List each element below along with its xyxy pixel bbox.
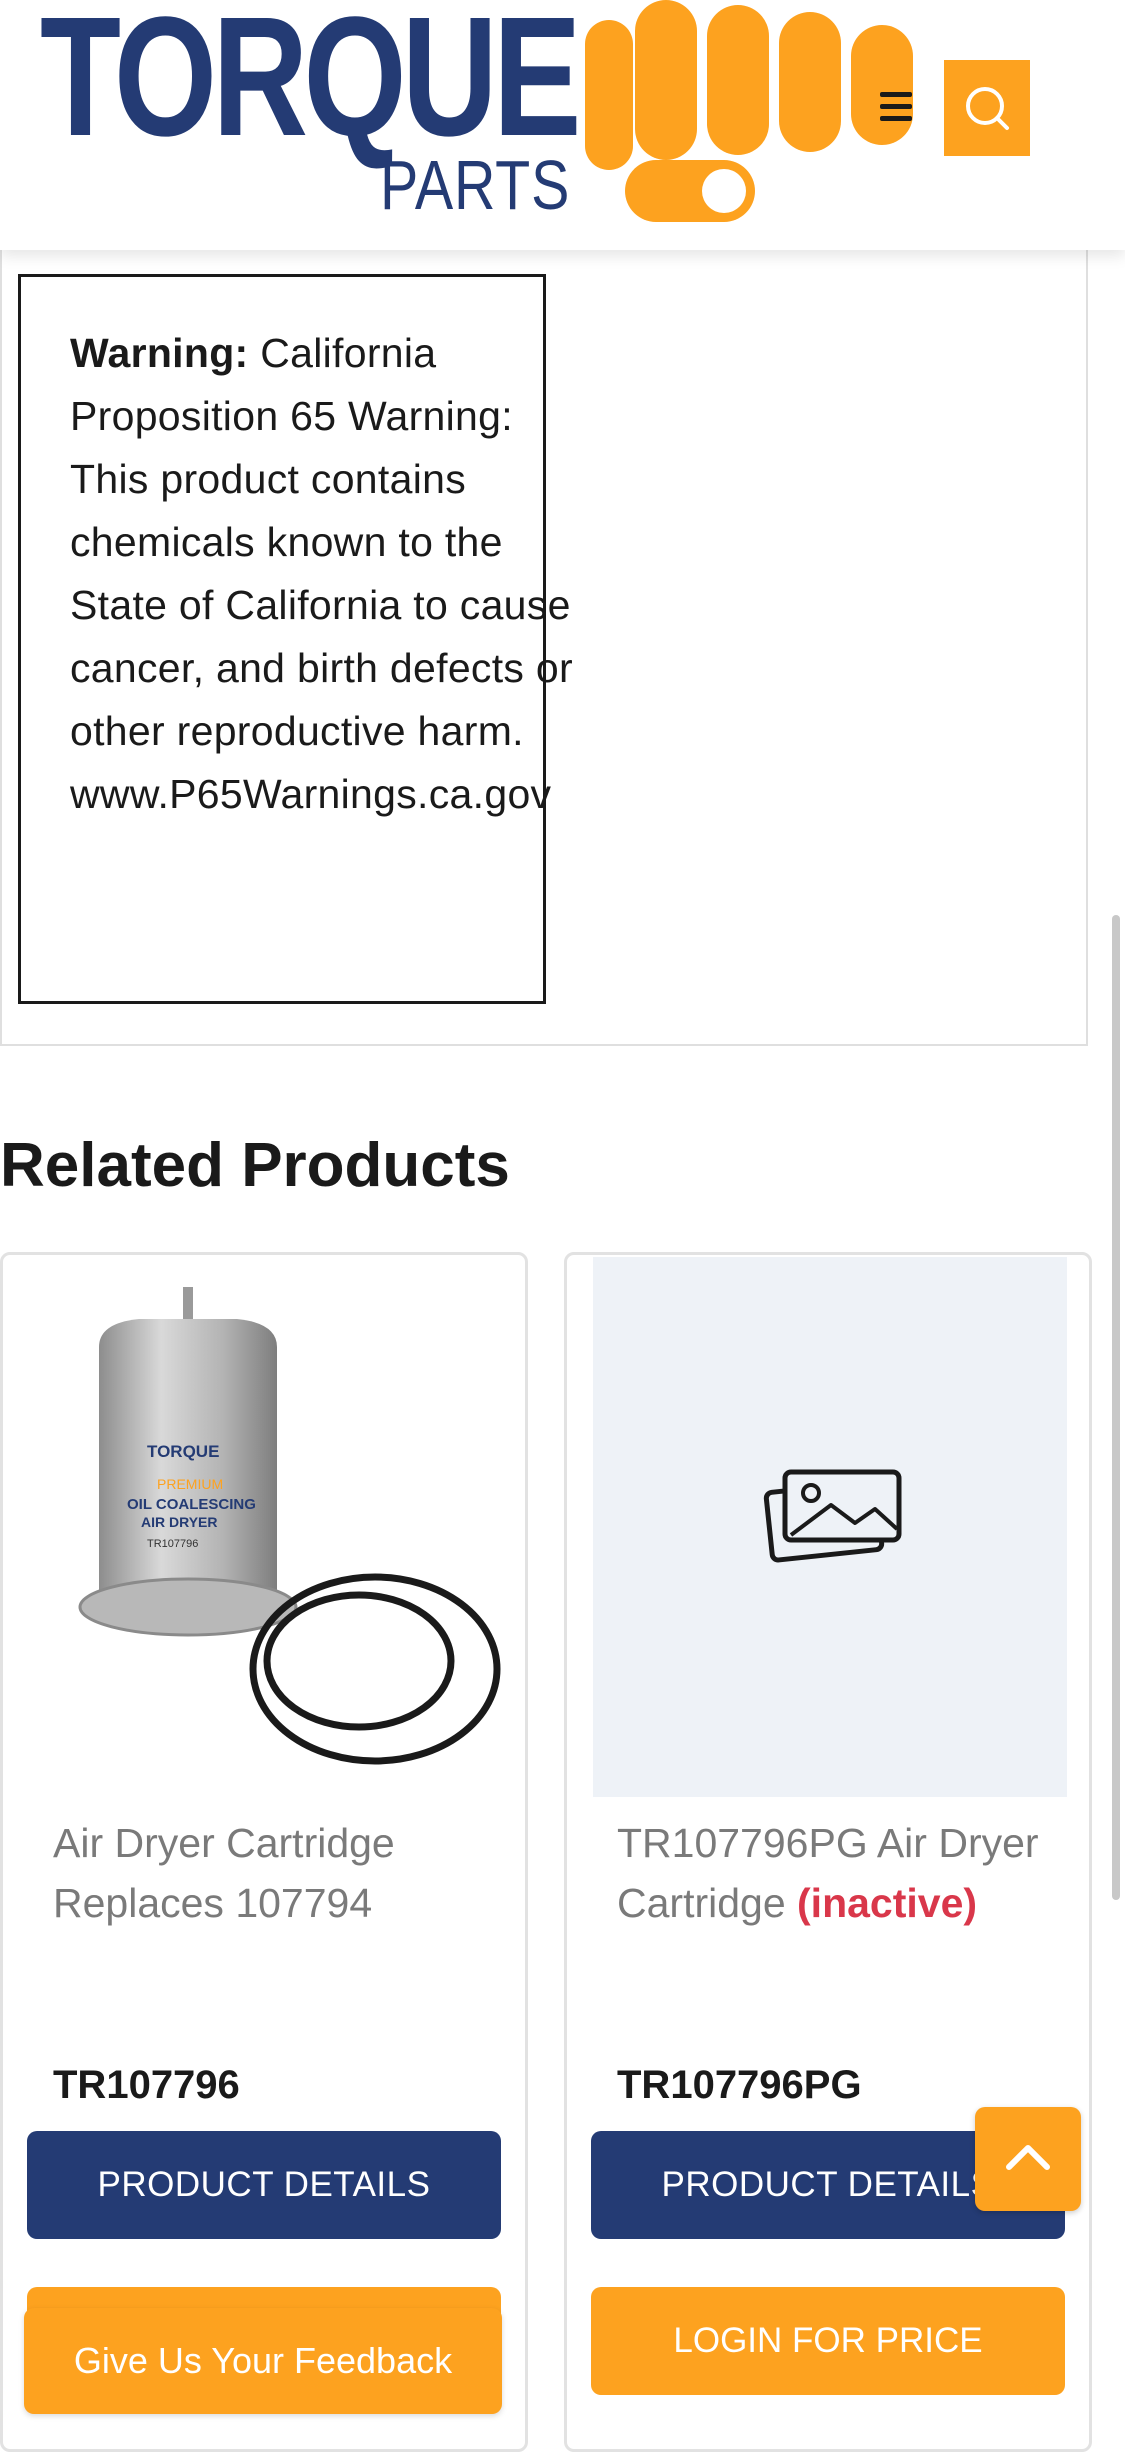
feedback-button[interactable]: Give Us Your Feedback	[24, 2308, 502, 2414]
product-details-button[interactable]: PRODUCT DETAILS	[27, 2131, 501, 2239]
search-button[interactable]	[944, 60, 1030, 156]
torque-parts-logo[interactable]: TORQUE PARTS	[40, 0, 913, 230]
product-code: TR107796PG	[617, 2063, 862, 2107]
cartridge-brand-text: TORQUE	[147, 1442, 219, 1461]
logo-mark-icon	[585, 0, 913, 222]
logo-subtitle: PARTS	[380, 146, 571, 224]
product-name-text: Air Dryer Cartridge Replaces 107794	[53, 1820, 395, 1926]
inactive-status: (inactive)	[797, 1880, 978, 1926]
cartridge-label-line1: PREMIUM	[157, 1476, 223, 1492]
warning-body: California Proposition 65 Warning: This …	[70, 330, 573, 817]
cartridge-label-line2: OIL COALESCING	[127, 1496, 256, 1513]
product-name[interactable]: TR107796PG Air Dryer Cartridge (inactive…	[617, 1813, 1057, 1933]
search-icon	[966, 87, 1009, 130]
chevron-up-icon	[1006, 2145, 1050, 2170]
logo-wordmark: TORQUE	[40, 0, 581, 172]
product-image-placeholder	[593, 1257, 1067, 1797]
scroll-to-top-button[interactable]	[975, 2107, 1081, 2211]
hamburger-menu-icon[interactable]	[876, 86, 916, 126]
page-scrollbar[interactable]	[1112, 915, 1120, 1900]
product-name[interactable]: Air Dryer Cartridge Replaces 107794	[53, 1813, 493, 1933]
image-placeholder-icon	[763, 1469, 902, 1563]
product-code: TR107796	[53, 2063, 240, 2107]
site-header: TORQUE PARTS	[0, 0, 1125, 250]
air-dryer-cartridge-photo[interactable]: TORQUE PREMIUM OIL COALESCING AIR DRYER …	[29, 1257, 503, 1797]
product-card[interactable]: TORQUE PREMIUM OIL COALESCING AIR DRYER …	[0, 1252, 528, 2452]
cartridge-label-line3: AIR DRYER	[141, 1514, 218, 1530]
related-products-heading: Related Products	[0, 1131, 510, 1200]
cartridge-label-code: TR107796	[147, 1538, 198, 1550]
product-card[interactable]: TR107796PG Air Dryer Cartridge (inactive…	[564, 1252, 1092, 2452]
login-for-price-button[interactable]: LOGIN FOR PRICE	[591, 2287, 1065, 2395]
prop65-warning-text: Warning: California Proposition 65 Warni…	[70, 322, 590, 826]
warning-label: Warning:	[70, 330, 249, 376]
